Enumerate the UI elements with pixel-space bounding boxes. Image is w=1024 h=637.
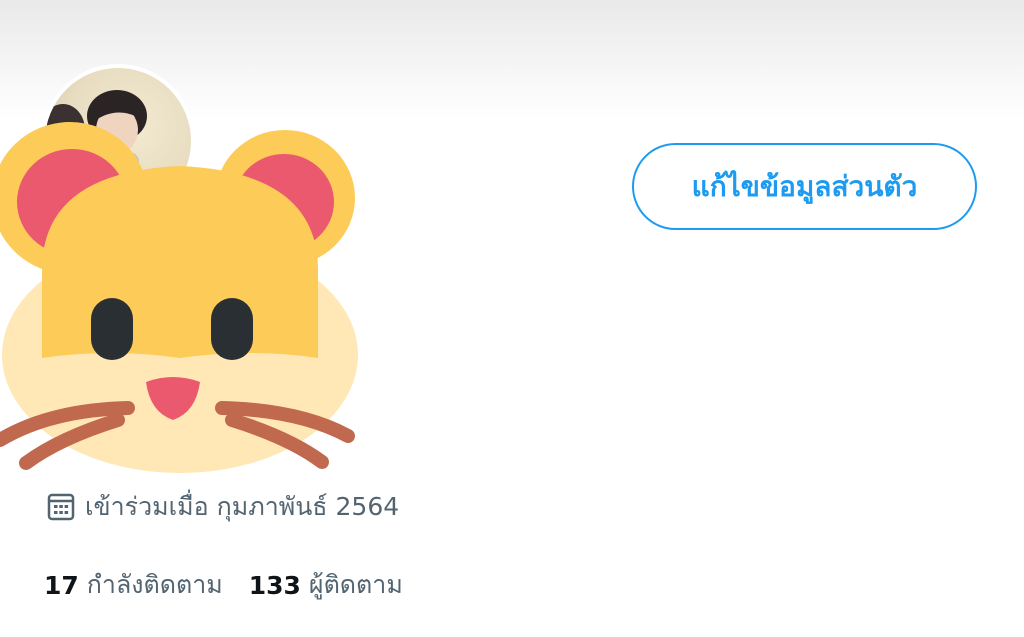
edit-profile-button[interactable]: แก้ไขข้อมูลส่วนตัว	[632, 143, 977, 230]
following-count: 17	[44, 570, 79, 600]
joined-date: เข้าร่วมเมื่อ กุมภาพันธ์ 2564	[46, 488, 399, 526]
followers-count: 133	[248, 570, 301, 600]
followers-label: ผู้ติดตาม	[308, 570, 403, 599]
joined-date-text: เข้าร่วมเมื่อ กุมภาพันธ์ 2564	[85, 492, 400, 521]
hamster-icon	[0, 122, 358, 473]
hamster-eye-left	[91, 298, 133, 360]
following-label: กำลังติดตาม	[86, 570, 223, 599]
followers-link[interactable]: 133 ผู้ติดตาม	[249, 565, 403, 605]
calendar-icon	[47, 493, 75, 521]
hamster-eye-right	[211, 298, 253, 360]
following-link[interactable]: 17 กำลังติดตาม	[44, 565, 223, 605]
follow-stats: 17 กำลังติดตาม 133 ผู้ติดตาม	[44, 566, 429, 604]
